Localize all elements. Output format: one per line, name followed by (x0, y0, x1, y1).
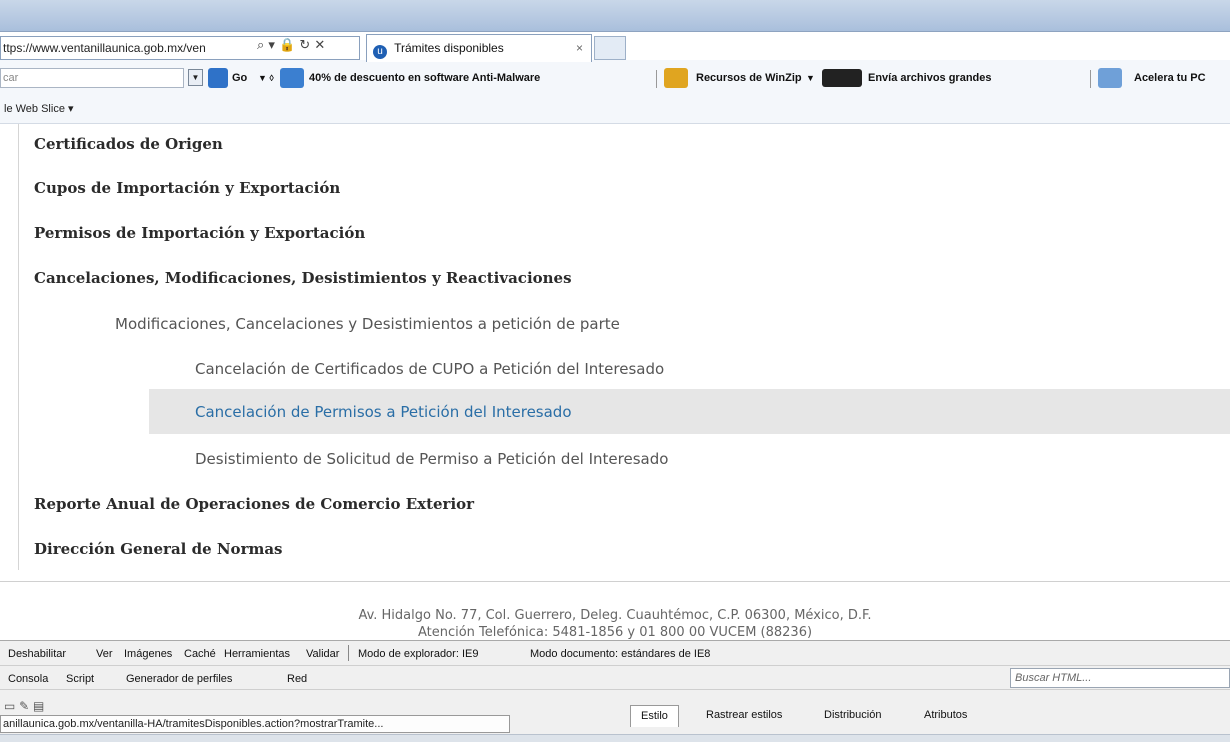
antimalware-link[interactable]: 40% de descuento en software Anti-Malwar… (309, 72, 540, 84)
acelera-link[interactable]: Acelera tu PC (1134, 72, 1206, 84)
toolbar: car ▼ Go ▼ ◊ 40% de descuento en softwar… (0, 64, 1230, 94)
devtools-menu-cache[interactable]: Caché (184, 648, 216, 660)
devtools-side-tab-estilo[interactable]: Estilo (630, 705, 679, 727)
search-dropdown-button[interactable]: ▼ (188, 69, 203, 86)
window-titlebar (0, 0, 1230, 32)
toolbar-search-input[interactable]: car (0, 68, 184, 88)
devtools-menu-imagenes[interactable]: Imágenes (124, 648, 172, 660)
devtools-tab-red[interactable]: Red (287, 673, 307, 685)
devtools-menu-validar[interactable]: Validar (306, 648, 339, 660)
winzip-dropdown-icon[interactable]: ▼ (806, 73, 815, 83)
devtools-tab-script[interactable]: Script (66, 673, 94, 685)
menu-item-normas[interactable]: Dirección General de Normas (34, 540, 283, 558)
go-dropdown-icon[interactable]: ▼ ◊ (258, 73, 274, 83)
devtools-tabbar: Consola Script Generador de perfiles Red… (0, 665, 1230, 689)
devtools-search-html[interactable]: Buscar HTML... (1010, 668, 1230, 688)
footer-divider (0, 581, 1230, 582)
devtools-tab-consola[interactable]: Consola (8, 673, 48, 685)
status-url: anillaunica.gob.mx/ventanilla-HA/tramite… (0, 715, 510, 733)
toolbar-separator (656, 70, 657, 88)
submenu-item-cancelacion-cupo[interactable]: Cancelación de Certificados de CUPO a Pe… (195, 360, 664, 378)
menu-item-cupos[interactable]: Cupos de Importación y Exportación (34, 179, 340, 197)
menu-item-cancelaciones[interactable]: Cancelaciones, Modificaciones, Desistimi… (34, 269, 572, 287)
submenu-header-modificaciones[interactable]: Modificaciones, Cancelaciones y Desistim… (115, 315, 620, 333)
menu-item-reporte-anual[interactable]: Reporte Anual de Operaciones de Comercio… (34, 495, 474, 513)
ie-tab-icon: u (373, 45, 387, 59)
antimalware-icon[interactable] (280, 68, 304, 88)
tab-close-icon[interactable]: × (576, 41, 583, 55)
go-button[interactable]: Go (232, 72, 247, 84)
address-buttons[interactable]: ⌕ ▾ 🔒 ↻ ✕ (257, 38, 325, 53)
zipsend-logo-icon (822, 69, 862, 87)
devtools-side-tab-distribucion[interactable]: Distribución (814, 705, 891, 727)
tab-title: Trámites disponibles (394, 41, 504, 55)
winzip-link[interactable]: Recursos de WinZip (696, 72, 802, 84)
devtools-tab-perfiles[interactable]: Generador de perfiles (126, 673, 232, 685)
devtools-menubar: Deshabilitar Ver Imágenes Caché Herramie… (0, 643, 1230, 665)
pc-speed-icon[interactable] (1098, 68, 1122, 88)
go-arrow-icon[interactable] (208, 68, 228, 88)
tab-tramites[interactable]: u Trámites disponibles × (366, 34, 592, 62)
browser-mode-selector[interactable]: Modo de explorador: IE9 (358, 648, 478, 660)
submenu-item-cancelacion-permisos[interactable]: Cancelación de Permisos a Petición del I… (195, 403, 572, 421)
devtools-panel: Deshabilitar Ver Imágenes Caché Herramie… (0, 640, 1230, 742)
devtools-separator (348, 645, 349, 661)
window-bottom-edge (0, 734, 1230, 742)
devtools-menu-deshabilitar[interactable]: Deshabilitar (8, 648, 66, 660)
send-files-link[interactable]: Envía archivos grandes (868, 72, 992, 84)
page-content: Certificados de Origen Cupos de Importac… (18, 124, 1230, 570)
toolbar-separator (1090, 70, 1091, 88)
devtools-toolbar-row (0, 689, 1230, 717)
web-slice-button[interactable]: le Web Slice ▾ (0, 96, 200, 122)
submenu-item-desistimiento[interactable]: Desistimiento de Solicitud de Permiso a … (195, 450, 668, 468)
menu-item-permisos[interactable]: Permisos de Importación y Exportación (34, 224, 365, 242)
devtools-menu-herramientas[interactable]: Herramientas (224, 648, 290, 660)
footer-address: Av. Hidalgo No. 77, Col. Guerrero, Deleg… (358, 608, 872, 623)
footer-phone: Atención Telefónica: 5481-1856 y 01 800 … (417, 625, 813, 640)
devtools-menu-ver[interactable]: Ver (96, 648, 113, 660)
address-url: ttps://www.ventanillaunica.gob.mx/ven (3, 41, 206, 55)
devtools-tool-icons[interactable]: ▭ ✎ ▤ (4, 699, 44, 713)
winzip-icon[interactable] (664, 68, 688, 88)
devtools-side-tab-atributos[interactable]: Atributos (914, 705, 977, 727)
devtools-side-tab-rastrear[interactable]: Rastrear estilos (696, 705, 792, 727)
menu-item-certificados[interactable]: Certificados de Origen (34, 135, 223, 153)
document-mode-selector[interactable]: Modo documento: estándares de IE8 (530, 648, 710, 660)
new-tab-button[interactable] (594, 36, 626, 60)
